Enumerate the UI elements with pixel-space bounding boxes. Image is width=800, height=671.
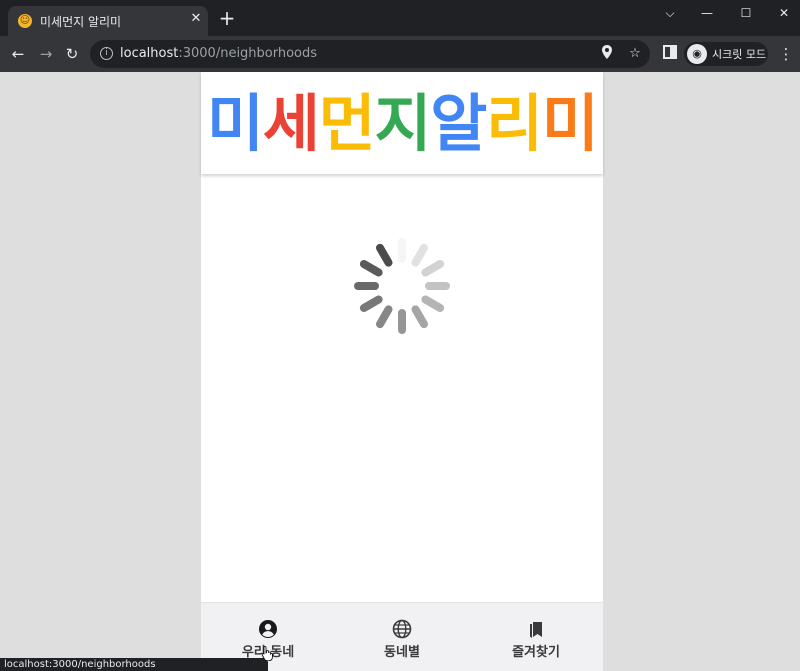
- user-circle-icon: [259, 620, 277, 638]
- favicon-icon: ☺: [18, 14, 32, 28]
- logo-char: 미: [207, 87, 264, 160]
- side-panel-icon[interactable]: [660, 44, 680, 64]
- spinner-spoke: [376, 243, 393, 267]
- tab-strip: ☺ 미세먼지 알리미 ✕ + ⌵ — ☐ ✕: [0, 0, 800, 36]
- minimize-icon[interactable]: —: [697, 4, 717, 22]
- site-info-icon[interactable]: i: [100, 47, 113, 60]
- logo-char: 먼: [318, 87, 376, 160]
- browser-toolbar: ← → ↻ i localhost:3000/neighborhoods ☆ ◉…: [0, 36, 800, 72]
- spinner-spoke: [376, 305, 393, 329]
- status-url: localhost:3000/neighborhoods: [0, 658, 268, 671]
- spinner-spoke: [411, 305, 428, 329]
- address-bar[interactable]: i localhost:3000/neighborhoods ☆: [90, 40, 650, 68]
- bookmark-star-icon[interactable]: ☆: [626, 45, 644, 63]
- tab-title: 미세먼지 알리미: [40, 15, 122, 29]
- nav-label: 즐겨찾기: [512, 645, 560, 660]
- maximize-icon[interactable]: ☐: [736, 4, 756, 22]
- spinner-spoke: [421, 260, 445, 277]
- close-tab-icon[interactable]: ✕: [188, 11, 204, 27]
- logo-char: 미: [541, 87, 599, 160]
- hand-cursor-icon: [261, 646, 273, 661]
- nav-item-by-neighborhood[interactable]: 동네별: [335, 603, 469, 671]
- spinner-spoke: [421, 295, 445, 312]
- tab-search-icon[interactable]: ⌵: [660, 4, 680, 22]
- header: 미세먼지알리미: [201, 72, 603, 174]
- url-text[interactable]: localhost:3000/neighborhoods: [120, 46, 317, 61]
- close-window-icon[interactable]: ✕: [774, 4, 794, 22]
- globe-icon: [392, 619, 412, 639]
- logo-char: 리: [486, 87, 543, 160]
- spinner-spoke: [359, 295, 383, 312]
- logo-char: 알: [430, 87, 487, 160]
- back-icon[interactable]: ←: [8, 44, 28, 64]
- bookmarks-icon: [530, 622, 542, 638]
- menu-icon[interactable]: ⋮: [776, 44, 796, 64]
- logo-char: 지: [374, 87, 431, 160]
- app-page: 미세먼지알리미 우리 동네 동네별 즐겨찾기: [201, 72, 603, 671]
- reload-icon[interactable]: ↻: [62, 44, 82, 64]
- profile-label: 시크릿 모드: [712, 48, 767, 61]
- nav-item-favorites[interactable]: 즐겨찾기: [469, 603, 603, 671]
- app-logo[interactable]: 미세먼지알리미: [207, 84, 599, 164]
- browser-tab[interactable]: ☺ 미세먼지 알리미 ✕: [8, 6, 208, 36]
- loading-spinner-icon: [354, 238, 450, 334]
- spinner-spoke: [411, 243, 428, 267]
- incognito-profile-button[interactable]: ◉ 시크릿 모드: [684, 42, 768, 66]
- nav-label: 동네별: [384, 645, 420, 660]
- location-pin-icon[interactable]: [598, 45, 616, 63]
- logo-char: 세: [262, 87, 320, 160]
- incognito-icon: ◉: [687, 44, 707, 64]
- forward-icon[interactable]: →: [36, 44, 56, 64]
- spinner-spoke: [359, 260, 383, 277]
- new-tab-button[interactable]: +: [218, 8, 236, 28]
